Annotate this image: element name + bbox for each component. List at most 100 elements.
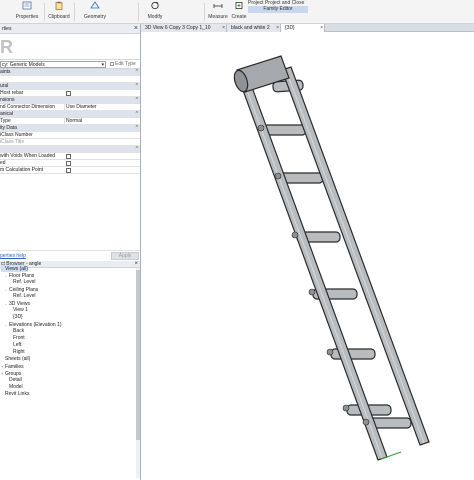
property-category[interactable]: nsions ^: [0, 97, 140, 104]
tree-item[interactable]: + Groups: [1, 370, 21, 377]
property-category[interactable]: ural ^: [0, 83, 140, 90]
modify-button[interactable]: Modify: [142, 0, 168, 22]
tree-item[interactable]: + Families: [1, 363, 24, 370]
collapse-icon[interactable]: ^: [136, 146, 138, 152]
tab-3d-view-6[interactable]: 3D View 6 Copy 3 Copy 1_10 ×: [141, 24, 227, 32]
property-key: ity Data: [0, 125, 17, 131]
property-row[interactable]: [0, 76, 140, 83]
property-checkbox[interactable]: [66, 154, 71, 159]
property-value[interactable]: Use Diameter: [64, 104, 139, 110]
ribbon-separator: [74, 3, 75, 21]
property-category[interactable]: anical ^: [0, 111, 140, 118]
ribbon-separator: [138, 3, 139, 21]
tree-item[interactable]: Detail: [5, 377, 22, 384]
property-checkbox[interactable]: [66, 161, 71, 166]
property-row[interactable]: nd Connector Dimension Use Diameter: [0, 104, 140, 111]
properties-help-link[interactable]: perties help: [0, 253, 26, 259]
property-row[interactable]: iClass Number: [0, 132, 140, 139]
tree-item[interactable]: - Floor Plans: [5, 272, 34, 279]
property-row[interactable]: with Voids When Loaded: [0, 153, 140, 160]
tree-item-label: Left: [13, 342, 22, 348]
properties-panel: rties × R cy: Generic Models ▾ Edit Type…: [0, 24, 141, 261]
family-editor-tab[interactable]: Family Editor: [248, 6, 308, 13]
apply-button[interactable]: Apply: [111, 252, 139, 260]
measure-button[interactable]: Measure: [206, 0, 230, 22]
joint: [291, 231, 299, 239]
close-icon[interactable]: ×: [320, 24, 323, 32]
geometry-button[interactable]: Geometry: [78, 0, 112, 22]
type-filter-row: cy: Generic Models ▾ Edit Type: [0, 60, 140, 69]
tree-item[interactable]: Ref. Level: [9, 293, 36, 300]
clipboard-label: Clipboard: [48, 14, 70, 20]
close-icon[interactable]: ×: [276, 24, 279, 32]
property-key: m Calculation Point: [0, 167, 44, 173]
clipboard-button[interactable]: Clipboard: [46, 0, 72, 22]
property-key: ural: [0, 83, 9, 89]
tab-label: {3D}: [285, 25, 295, 31]
properties-button[interactable]: Properties: [12, 0, 42, 22]
tree-item[interactable]: -3D Views: [5, 300, 30, 307]
ribbon: Properties Clipboard Geometry Modify Mea…: [0, 0, 474, 24]
close-icon[interactable]: ×: [134, 261, 138, 267]
tree-item[interactable]: Front: [9, 335, 25, 342]
modify-label: Modify: [147, 14, 163, 20]
property-row[interactable]: Host rebar: [0, 90, 140, 97]
property-row[interactable]: ed: [0, 160, 140, 167]
tree-item-label: Sheets (all): [5, 356, 31, 362]
property-category[interactable]: ^: [0, 146, 140, 153]
scrollbar[interactable]: [136, 268, 140, 478]
collapse-icon[interactable]: ^: [136, 83, 138, 89]
3d-viewport[interactable]: [141, 32, 474, 480]
close-icon[interactable]: ×: [134, 25, 138, 32]
type-filter-dropdown[interactable]: cy: Generic Models ▾: [0, 61, 106, 68]
scrollbar-thumb[interactable]: [136, 270, 140, 440]
tree-item[interactable]: Revit Links: [1, 391, 29, 398]
property-checkbox[interactable]: [66, 168, 71, 173]
properties-title: rties: [2, 26, 12, 32]
tree-item-label: Revit Links: [5, 391, 30, 397]
tree-item[interactable]: - Views (all): [1, 265, 28, 272]
property-category[interactable]: ity Data ^: [0, 125, 140, 132]
property-row[interactable]: m Calculation Point: [0, 167, 140, 174]
property-key: nsions: [0, 97, 15, 103]
project-browser: ct Browser - angle × - Views (all) - Floor …: [0, 261, 141, 480]
collapse-icon[interactable]: ^: [136, 111, 138, 117]
ribbon-separator: [44, 3, 45, 21]
property-value[interactable]: Normal: [64, 118, 139, 124]
ribbon-separator: [204, 3, 205, 21]
property-checkbox[interactable]: [66, 91, 71, 96]
tree-item[interactable]: - Ceiling Plans: [5, 286, 38, 293]
tree-item-label: Back: [13, 328, 25, 334]
collapse-icon[interactable]: ^: [136, 97, 138, 103]
tree-item[interactable]: {3D}: [9, 314, 23, 321]
create-button[interactable]: Create: [230, 0, 248, 22]
edit-type-button[interactable]: Edit Type: [110, 61, 139, 68]
joint: [362, 418, 370, 426]
tab-black-and-white-2[interactable]: black and white 2 ×: [227, 24, 281, 32]
type-selector[interactable]: R: [0, 34, 140, 60]
chevron-down-icon: ▾: [101, 62, 104, 68]
tab-label: 3D View 6 Copy 3 Copy 1_10: [145, 25, 211, 31]
tree-item[interactable]: Ref. Level: [9, 279, 36, 286]
tree-item[interactable]: Back: [9, 328, 24, 335]
ladder-model[interactable]: [141, 32, 474, 480]
tree-item-label: Front: [13, 335, 25, 341]
tree-item[interactable]: Model: [5, 384, 23, 391]
property-row[interactable]: iClass Title: [0, 139, 140, 146]
close-icon[interactable]: ×: [222, 24, 225, 32]
tab-3d[interactable]: {3D} ×: [281, 24, 325, 32]
properties-header: rties ×: [0, 24, 140, 34]
joint: [342, 404, 350, 412]
property-key: iClass Title: [0, 139, 25, 145]
tree-item[interactable]: Left: [9, 342, 21, 349]
property-category[interactable]: aints ^: [0, 69, 140, 76]
property-key: nd Connector Dimension: [0, 104, 56, 110]
collapse-icon[interactable]: ^: [136, 125, 138, 131]
tree-item[interactable]: Sheets (all): [1, 356, 30, 363]
tree-item[interactable]: - Elevations (Elevation 1): [5, 321, 62, 328]
collapse-icon[interactable]: ^: [136, 69, 138, 75]
tree-item[interactable]: View 1: [9, 307, 28, 314]
tree-item[interactable]: Right: [9, 349, 25, 356]
property-row[interactable]: Type Normal: [0, 118, 140, 125]
tree-item-label: Model: [9, 384, 23, 390]
